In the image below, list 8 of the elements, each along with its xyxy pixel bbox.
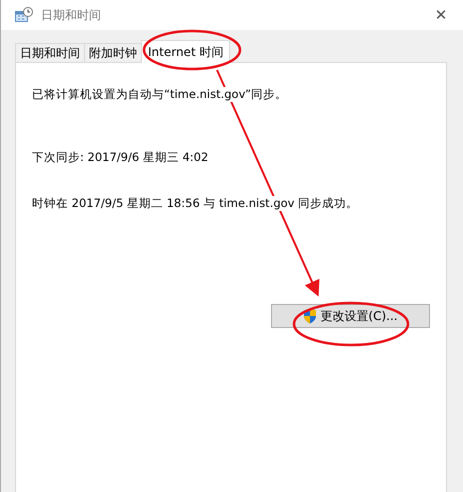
change-settings-button[interactable]: 更改设置(C)... xyxy=(271,304,430,328)
shield-icon xyxy=(303,308,318,324)
tab[interactable]: 日期和时间 xyxy=(15,43,85,63)
calendar-clock-icon xyxy=(15,7,33,23)
tab[interactable]: Internet 时间 xyxy=(141,40,230,63)
next-sync-text: 下次同步: 2017/9/6 星期三 4:02 xyxy=(32,150,208,165)
close-button[interactable]: ✕ xyxy=(419,0,463,30)
window-title: 日期和时间 xyxy=(41,6,101,24)
